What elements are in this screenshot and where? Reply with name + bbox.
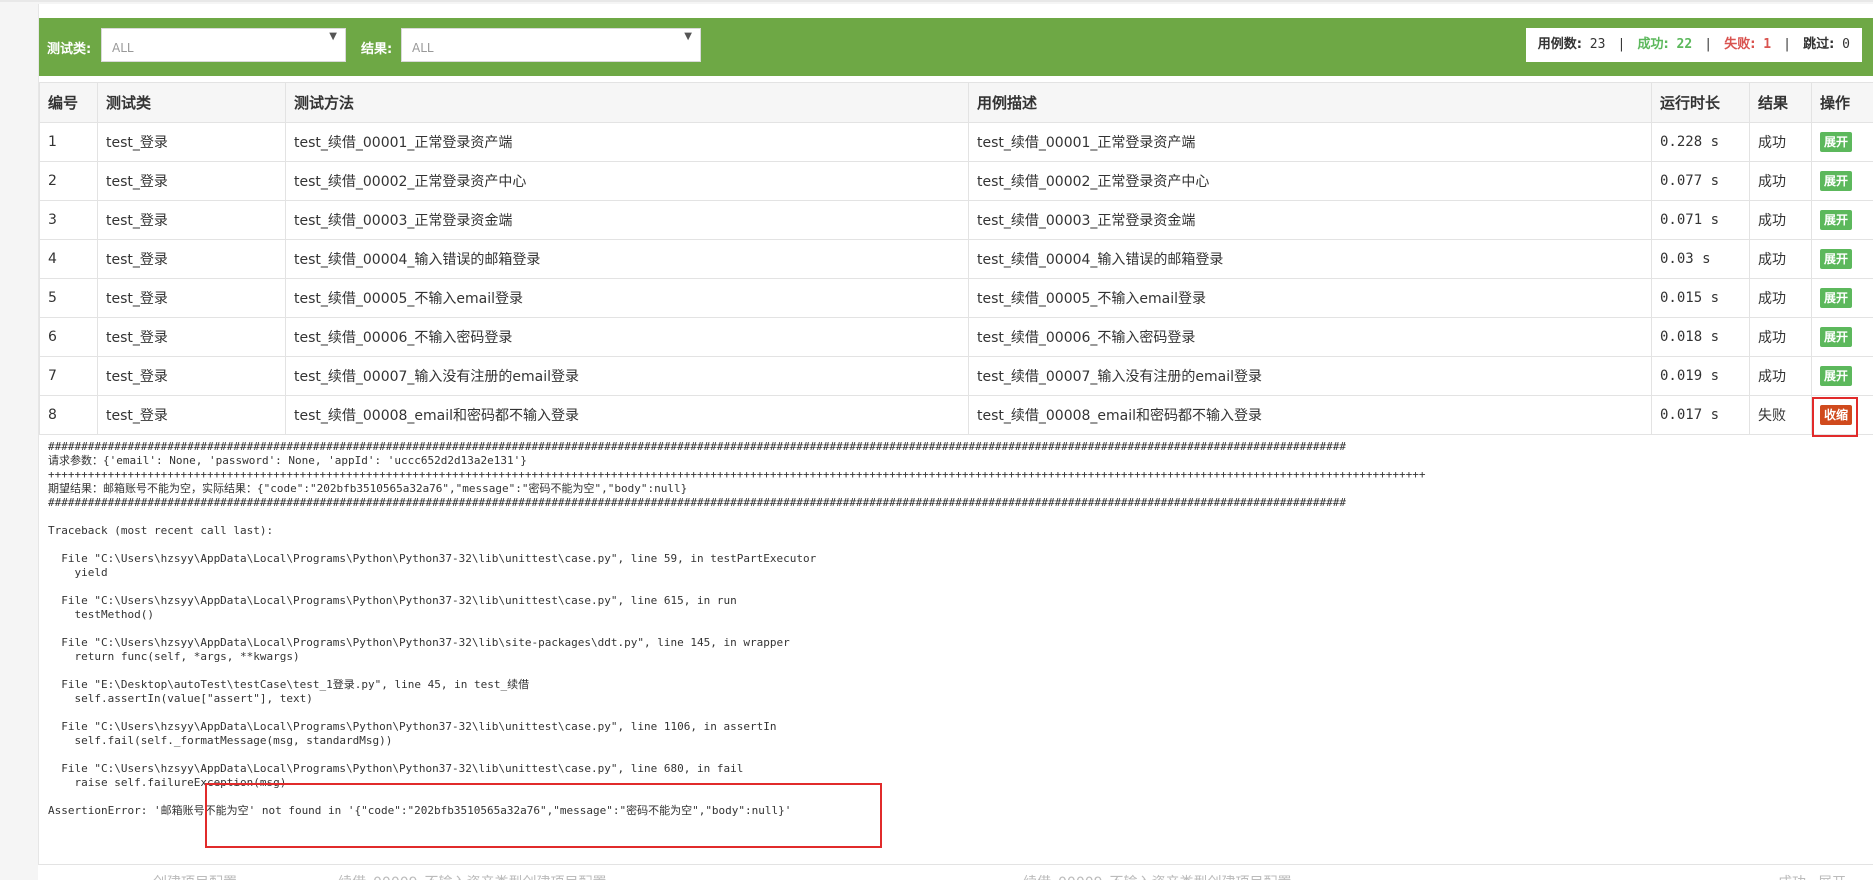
expand-button[interactable]: 展开 — [1820, 366, 1852, 386]
table-row: 7 test_登录 test_续借_00007_输入没有注册的email登录 t… — [40, 357, 1873, 396]
assertion-error-highlight — [205, 783, 882, 848]
skip-label: 跳过: — [1803, 37, 1834, 52]
cell-id: 5 — [40, 279, 98, 318]
cell-result: 成功 — [1750, 357, 1812, 396]
cell-id: 8 — [40, 396, 98, 435]
cell-test-class: test_登录 — [98, 279, 286, 318]
header-result: 结果 — [1750, 83, 1812, 123]
expand-button[interactable]: 展开 — [1820, 327, 1852, 347]
total-label: 用例数: — [1538, 37, 1582, 52]
table-row: 4 test_登录 test_续借_00004_输入错误的邮箱登录 test_续… — [40, 240, 1873, 279]
cell-id: 4 — [40, 240, 98, 279]
cell-duration: 0.017 s — [1652, 396, 1750, 435]
cell-result: 失败 — [1750, 396, 1812, 435]
success-count: 22 — [1677, 37, 1693, 52]
fail-label: 失败: — [1724, 37, 1755, 52]
chevron-down-icon: ▼ — [684, 31, 692, 42]
cell-description: test_续借_00001_正常登录资产端 — [969, 123, 1652, 162]
cell-test-method: test_续借_00002_正常登录资产中心 — [286, 162, 969, 201]
cell-result: 成功 — [1750, 123, 1812, 162]
result-select-value: ALL — [412, 41, 434, 55]
cell-result: 成功 — [1750, 279, 1812, 318]
cell-test-method: test_续借_00008_email和密码都不输入登录 — [286, 396, 969, 435]
collapse-button-highlight — [1812, 397, 1858, 437]
cell-test-class: test_登录 — [98, 357, 286, 396]
results-table: 编号 测试类 测试方法 用例描述 运行时长 结果 操作 1 test_登录 te… — [39, 82, 1873, 435]
table-row: 6 test_登录 test_续借_00006_不输入密码登录 test_续借_… — [40, 318, 1873, 357]
skip-count: 0 — [1842, 37, 1850, 52]
cell-test-class: test_登录 — [98, 162, 286, 201]
header-test-method: 测试方法 — [286, 83, 969, 123]
table-row: 3 test_登录 test_续借_00003_正常登录资金端 test_续借_… — [40, 201, 1873, 240]
cell-duration: 0.018 s — [1652, 318, 1750, 357]
cell-test-class: test_登录 — [98, 123, 286, 162]
cell-description: test_续借_00007_输入没有注册的email登录 — [969, 357, 1652, 396]
cell-test-method: test_续借_00004_输入错误的邮箱登录 — [286, 240, 969, 279]
cell-test-class: test_登录 — [98, 318, 286, 357]
cell-test-method: test_续借_00007_输入没有注册的email登录 — [286, 357, 969, 396]
next-row-partial: 创建项目配置 续借_00009_不输入资产类型创建项目配置 续借_00009_不… — [38, 864, 1873, 880]
cell-duration: 0.071 s — [1652, 201, 1750, 240]
cell-duration: 0.015 s — [1652, 279, 1750, 318]
cell-id: 6 — [40, 318, 98, 357]
table-row-failed: 8 test_登录 test_续借_00008_email和密码都不输入登录 t… — [40, 396, 1873, 435]
cell-description: test_续借_00002_正常登录资产中心 — [969, 162, 1652, 201]
expand-button[interactable]: 展开 — [1820, 132, 1852, 152]
header-id: 编号 — [40, 83, 98, 123]
cell-test-class: test_登录 — [98, 396, 286, 435]
expand-button[interactable]: 展开 — [1820, 210, 1852, 230]
chevron-down-icon: ▼ — [329, 31, 337, 42]
table-row: 2 test_登录 test_续借_00002_正常登录资产中心 test_续借… — [40, 162, 1873, 201]
expand-button[interactable]: 展开 — [1820, 171, 1852, 191]
cell-id: 7 — [40, 357, 98, 396]
cell-duration: 0.228 s — [1652, 123, 1750, 162]
table-header-row: 编号 测试类 测试方法 用例描述 运行时长 结果 操作 — [40, 83, 1873, 123]
cell-description: test_续借_00008_email和密码都不输入登录 — [969, 396, 1652, 435]
cell-test-class: test_登录 — [98, 240, 286, 279]
success-label: 成功: — [1638, 37, 1669, 52]
table-row: 1 test_登录 test_续借_00001_正常登录资产端 test_续借_… — [40, 123, 1873, 162]
cell-test-method: test_续借_00005_不输入email登录 — [286, 279, 969, 318]
cell-result: 成功 — [1750, 240, 1812, 279]
cell-description: test_续借_00004_输入错误的邮箱登录 — [969, 240, 1652, 279]
cell-test-method: test_续借_00003_正常登录资金端 — [286, 201, 969, 240]
result-filter-label: 结果: — [361, 38, 392, 57]
cell-description: test_续借_00006_不输入密码登录 — [969, 318, 1652, 357]
cell-duration: 0.019 s — [1652, 357, 1750, 396]
test-class-select[interactable]: ALL ▼ — [101, 28, 346, 62]
expand-button[interactable]: 展开 — [1820, 249, 1852, 269]
cell-duration: 0.077 s — [1652, 162, 1750, 201]
result-select[interactable]: ALL ▼ — [401, 28, 701, 62]
total-count: 23 — [1590, 37, 1606, 52]
cell-result: 成功 — [1750, 201, 1812, 240]
cell-result: 成功 — [1750, 162, 1812, 201]
test-class-filter-label: 测试类: — [47, 38, 91, 57]
summary-panel: 用例数: 23 | 成功: 22 | 失败: 1 | 跳过: 0 — [1526, 28, 1862, 62]
cell-duration: 0.03 s — [1652, 240, 1750, 279]
cell-result: 成功 — [1750, 318, 1812, 357]
header-action: 操作 — [1812, 83, 1873, 123]
header-test-class: 测试类 — [98, 83, 286, 123]
fail-count: 1 — [1763, 37, 1771, 52]
cell-description: test_续借_00005_不输入email登录 — [969, 279, 1652, 318]
cell-id: 1 — [40, 123, 98, 162]
table-row: 5 test_登录 test_续借_00005_不输入email登录 test_… — [40, 279, 1873, 318]
cell-description: test_续借_00003_正常登录资金端 — [969, 201, 1652, 240]
filter-bar: 测试类: ALL ▼ 结果: ALL ▼ 用例数: 23 | 成功: 22 | … — [39, 18, 1873, 76]
header-description: 用例描述 — [969, 83, 1652, 123]
header-duration: 运行时长 — [1652, 83, 1750, 123]
expand-button[interactable]: 展开 — [1820, 288, 1852, 308]
cell-id: 3 — [40, 201, 98, 240]
top-divider — [0, 0, 1873, 2]
cell-id: 2 — [40, 162, 98, 201]
cell-test-method: test_续借_00006_不输入密码登录 — [286, 318, 969, 357]
cell-test-class: test_登录 — [98, 201, 286, 240]
test-class-select-value: ALL — [112, 41, 134, 55]
cell-test-method: test_续借_00001_正常登录资产端 — [286, 123, 969, 162]
